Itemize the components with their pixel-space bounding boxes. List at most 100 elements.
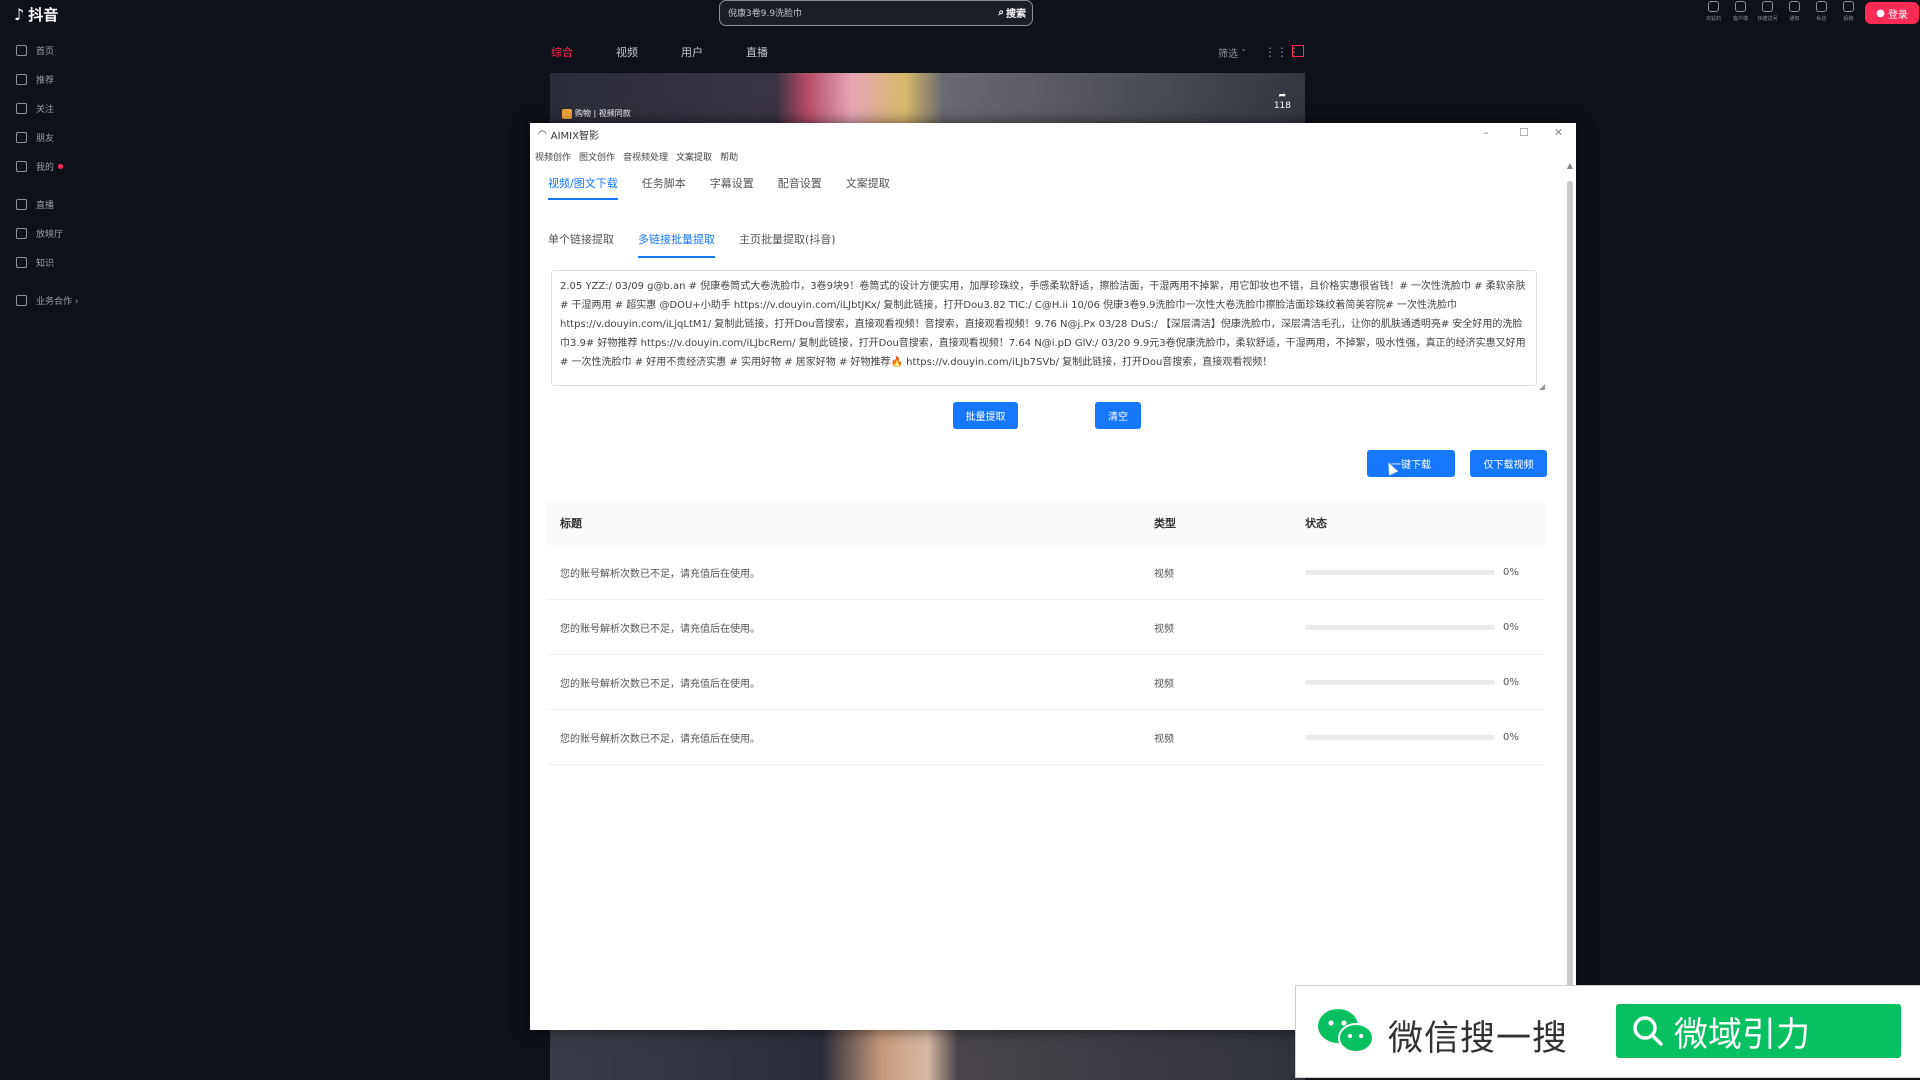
top-icon-3[interactable]: 通知 (1784, 0, 1805, 24)
download-video-only-button[interactable]: 仅下载视频 (1470, 450, 1547, 477)
sidebar-item-follow[interactable]: 关注 (0, 94, 110, 123)
video-thumbnail-top[interactable]: 购物 | 视频同款 ➦ 118 (550, 73, 1305, 123)
douyin-search-box[interactable]: 倪康3卷9.9洗脸巾 ⌕ 搜索 (719, 0, 1033, 26)
row-status: 0% (1305, 567, 1545, 578)
tab-homepage-batch[interactable]: 主页批量提取(抖音) (739, 231, 836, 258)
minimize-icon[interactable]: – (1483, 126, 1489, 139)
cinema-icon (16, 228, 27, 239)
douyin-top-icons: 充钻石 客户端 快捷访问 通知 私信 投稿 (1703, 0, 1859, 24)
menubar: 视频创作 图文创作 音视频处理 文案提取 帮助 (535, 150, 738, 163)
maximize-icon[interactable]: ☐ (1519, 126, 1529, 139)
tab-general[interactable]: 综合 (551, 44, 616, 60)
top-icon-1[interactable]: 客户端 (1730, 0, 1751, 24)
sidebar-item-knowledge[interactable]: 知识 (0, 248, 110, 277)
sidebar-item-home[interactable]: 首页 (0, 36, 110, 65)
upload-icon (1843, 1, 1854, 12)
tab-text-extract[interactable]: 文案提取 (846, 175, 890, 200)
close-icon[interactable]: ✕ (1554, 126, 1563, 139)
search-icon (1633, 1016, 1663, 1046)
resize-handle-icon[interactable]: ◢ (1539, 382, 1545, 391)
list-view-icon[interactable] (1292, 45, 1304, 57)
menu-copy-extract[interactable]: 文案提取 (676, 150, 712, 163)
video-thumbnail-bottom[interactable] (550, 1030, 1305, 1080)
sidebar-item-cinema[interactable]: 放映厅 (0, 219, 110, 248)
login-label: 登录 (1887, 9, 1908, 21)
sidebar-item-live[interactable]: 直播 (0, 190, 110, 219)
sidebar-item-label: 推荐 (36, 76, 55, 86)
clear-button[interactable]: 清空 (1095, 402, 1141, 429)
douyin-result-tabs: 综合 视频 用户 直播 (551, 44, 811, 60)
sidebar-item-label: 知识 (36, 259, 55, 269)
tab-subtitle[interactable]: 字幕设置 (710, 175, 754, 200)
table-row[interactable]: 您的账号解析次数已不足，请充值后在使用。 视频 0% (547, 655, 1545, 710)
live-icon (16, 199, 27, 210)
tab-multi-link[interactable]: 多链接批量提取 (638, 231, 715, 258)
progress-percent: 0% (1503, 621, 1519, 633)
table-row[interactable]: 您的账号解析次数已不足，请充值后在使用。 视频 0% (547, 545, 1545, 600)
home-icon (16, 45, 27, 56)
top-icon-label: 私信 (1816, 16, 1827, 22)
client-icon (1735, 1, 1746, 12)
table-row[interactable]: 您的账号解析次数已不足，请充值后在使用。 视频 0% (547, 600, 1545, 655)
batch-extract-button[interactable]: 批量提取 (953, 402, 1018, 429)
tab-task-script[interactable]: 任务脚本 (642, 175, 686, 200)
header-type: 类型 (1154, 517, 1176, 530)
sidebar-item-label: 我的 (36, 163, 55, 173)
sidebar-item-friends[interactable]: 朋友 (0, 123, 110, 152)
sidebar-item-profile[interactable]: 我的 (0, 152, 110, 181)
tab-live[interactable]: 直播 (746, 44, 811, 60)
menu-video-create[interactable]: 视频创作 (535, 150, 571, 163)
sidebar-item-business[interactable]: 业务合作 › (0, 286, 110, 315)
menu-av-process[interactable]: 音视频处理 (623, 150, 668, 163)
share-count[interactable]: ➦ 118 (1274, 91, 1291, 111)
row-type: 视频 (1154, 568, 1174, 580)
douyin-sidebar: 首页 推荐 关注 朋友 我的 直播 放映厅 知识 业务合作 › (0, 36, 110, 315)
table-row[interactable]: 您的账号解析次数已不足，请充值后在使用。 视频 0% (547, 710, 1545, 765)
sidebar-item-label: 关注 (36, 105, 55, 115)
notification-dot (58, 164, 63, 169)
row-type: 视频 (1154, 623, 1174, 635)
sidebar-item-recommend[interactable]: 推荐 (0, 65, 110, 94)
top-icon-4[interactable]: 私信 (1811, 0, 1832, 24)
menu-image-create[interactable]: 图文创作 (579, 150, 615, 163)
tab-video[interactable]: 视频 (616, 44, 681, 60)
sub-tabs: 单个链接提取 多链接批量提取 主页批量提取(抖音) (548, 231, 836, 258)
links-textarea[interactable]: 2.05 YZZ:/ 03/09 g@b.an # 倪康卷筒式大卷洗脸巾，3卷9… (551, 270, 1537, 386)
sidebar-item-label: 直播 (36, 201, 55, 211)
progress-bar (1305, 569, 1495, 575)
scrollbar-thumb[interactable] (1567, 181, 1573, 991)
top-icon-label: 通知 (1789, 16, 1800, 22)
follow-icon (16, 103, 27, 114)
profile-icon (16, 161, 27, 172)
user-icon: ● (1876, 7, 1885, 19)
sidebar-item-label: 首页 (36, 47, 55, 57)
row-status: 0% (1305, 732, 1545, 743)
vertical-scrollbar[interactable]: ▲ (1565, 161, 1575, 1010)
banner-search-term: 微域引力 (1674, 1014, 1810, 1055)
menu-help[interactable]: 帮助 (720, 150, 738, 163)
banner-text: 微信搜一搜 (1388, 1019, 1569, 1059)
douyin-search-input[interactable]: 倪康3卷9.9洗脸巾 (728, 6, 802, 19)
tab-dubbing[interactable]: 配音设置 (778, 175, 822, 200)
douyin-search-button-label: 搜索 (1006, 9, 1026, 20)
scroll-up-icon[interactable]: ▲ (1565, 161, 1575, 170)
sidebar-item-label: 放映厅 (36, 230, 64, 240)
top-icon-0[interactable]: 充钻石 (1703, 0, 1724, 24)
login-button[interactable]: ● 登录 (1865, 2, 1919, 24)
download-all-button[interactable]: 一键下载 (1367, 450, 1455, 477)
aimix-window: ◠ AIMIX智影 – ☐ ✕ 视频创作 图文创作 音视频处理 文案提取 帮助 … (530, 123, 1576, 1030)
tab-download[interactable]: 视频/图文下载 (548, 175, 618, 200)
douyin-search-button[interactable]: ⌕ 搜索 (998, 5, 1026, 20)
tab-single-link[interactable]: 单个链接提取 (548, 231, 614, 258)
top-icon-2[interactable]: 快捷访问 (1757, 0, 1778, 24)
top-icon-5[interactable]: 投稿 (1838, 0, 1859, 24)
tab-user[interactable]: 用户 (681, 44, 746, 60)
douyin-logo[interactable]: ♪ 抖音 (14, 4, 58, 25)
filter-button[interactable]: 筛选 ˇ (1218, 45, 1246, 60)
message-icon (1816, 1, 1827, 12)
row-type: 视频 (1154, 733, 1174, 745)
search-icon: ⌕ (998, 7, 1004, 18)
progress-percent: 0% (1503, 731, 1519, 743)
